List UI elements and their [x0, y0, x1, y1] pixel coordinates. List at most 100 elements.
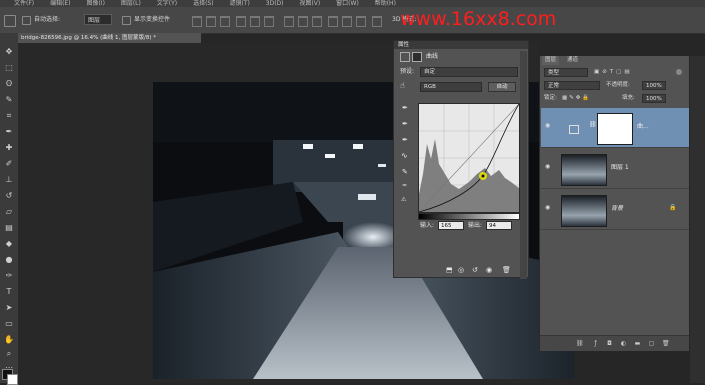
view-previous-icon[interactable]: ◎ — [458, 265, 464, 275]
auto-align-icon[interactable] — [372, 16, 382, 27]
align-left-icon[interactable] — [236, 16, 246, 27]
zoom-tool-icon[interactable]: ⌕ — [4, 349, 14, 359]
delete-adjustment-icon[interactable]: 🗑 — [502, 265, 511, 275]
new-adjustment-icon[interactable]: ◐ — [620, 340, 627, 347]
menu-select[interactable]: 选择(S) — [193, 0, 214, 7]
eye-icon[interactable]: ◉ — [545, 123, 553, 129]
auto-select-dropdown[interactable]: 图层 — [84, 14, 112, 25]
eye-icon[interactable]: ◉ — [545, 164, 553, 170]
layer-name[interactable]: 图层 1 — [611, 163, 629, 172]
mask-icon[interactable] — [412, 52, 422, 62]
auto-button[interactable]: 自动 — [488, 82, 516, 92]
align-right-icon[interactable] — [264, 16, 274, 27]
distribute-left-icon[interactable] — [328, 16, 338, 27]
align-top-icon[interactable] — [192, 16, 202, 27]
menu-layer[interactable]: 图层(L) — [121, 0, 141, 7]
menu-3d[interactable]: 3D(D) — [266, 0, 284, 7]
layer-row-background[interactable]: ◉ 背景 🔒 — [541, 190, 689, 230]
filter-icons[interactable]: ▣⊘T▢▤ — [594, 68, 633, 77]
healing-brush-tool-icon[interactable]: ✚ — [4, 143, 14, 153]
new-layer-icon[interactable]: ▢ — [648, 340, 655, 347]
layer-mask-thumbnail[interactable] — [597, 113, 633, 145]
layer-name[interactable]: 背景 — [611, 204, 623, 213]
quick-select-tool-icon[interactable]: ✎ — [4, 95, 14, 105]
menu-edit[interactable]: 编辑(E) — [50, 0, 70, 7]
panel-dock-scrollbar[interactable] — [690, 56, 705, 383]
move-tool-icon[interactable] — [4, 15, 16, 27]
align-bottom-icon[interactable] — [220, 16, 230, 27]
distribute-top-icon[interactable] — [284, 16, 294, 27]
align-vcenter-icon[interactable] — [206, 16, 216, 27]
gradient-tool-icon[interactable]: ▤ — [4, 223, 14, 233]
visibility-toggle-icon[interactable]: ◉ — [486, 265, 492, 275]
channel-dropdown[interactable]: RGB — [420, 82, 482, 92]
blend-mode-dropdown[interactable]: 正常 — [544, 81, 600, 90]
marquee-tool-icon[interactable]: ⬚ — [4, 63, 14, 73]
move-tool-icon[interactable]: ✥ — [4, 47, 14, 57]
mask-link-icon[interactable]: ⛓ — [589, 121, 597, 128]
pencil-draw-icon[interactable]: ✎ — [402, 167, 408, 177]
curve-edit-icon[interactable]: ∿ — [401, 151, 408, 161]
lock-icons[interactable]: ▦✎✥🔒 — [562, 94, 591, 103]
menu-type[interactable]: 文字(Y) — [157, 0, 177, 7]
auto-select-checkbox[interactable] — [22, 16, 31, 25]
menu-filter[interactable]: 滤镜(T) — [230, 0, 250, 7]
curves-graph[interactable] — [418, 103, 520, 213]
preset-dropdown[interactable]: 自定 — [420, 67, 518, 77]
menu-file[interactable]: 文件(F) — [14, 0, 34, 7]
link-layers-icon[interactable]: ⛓ — [576, 340, 584, 347]
path-select-tool-icon[interactable]: ➤ — [4, 303, 14, 313]
sample-black-icon[interactable]: ✒ — [402, 103, 408, 113]
layer-name[interactable]: 曲... — [637, 122, 649, 131]
target-adjust-icon[interactable]: ☝ — [400, 81, 405, 91]
filter-toggle-icon[interactable] — [676, 69, 682, 75]
distribute-hcenter-icon[interactable] — [342, 16, 352, 27]
sample-gray-icon[interactable]: ✒ — [402, 119, 408, 129]
reset-icon[interactable]: ↺ — [472, 265, 478, 275]
clip-to-layer-icon[interactable]: ⬒ — [446, 265, 453, 275]
history-brush-tool-icon[interactable]: ↺ — [4, 191, 14, 201]
output-field[interactable]: 94 — [486, 221, 512, 230]
sample-white-icon[interactable]: ✒ — [402, 135, 408, 145]
menu-view[interactable]: 视图(V) — [299, 0, 320, 7]
menu-image[interactable]: 图像(I) — [86, 0, 104, 7]
layer-style-icon[interactable]: ƒ — [592, 340, 599, 347]
show-transform-checkbox[interactable] — [122, 16, 131, 25]
dodge-tool-icon[interactable]: ● — [4, 255, 14, 265]
align-hcenter-icon[interactable] — [250, 16, 260, 27]
eye-icon[interactable]: ◉ — [545, 205, 553, 211]
crop-tool-icon[interactable]: ⌗ — [4, 111, 14, 121]
distribute-right-icon[interactable] — [356, 16, 366, 27]
input-field[interactable]: 165 — [438, 221, 464, 230]
layer-row-curves[interactable]: ◉ ⛓ 曲... — [541, 108, 689, 148]
type-tool-icon[interactable]: T — [4, 287, 14, 297]
clipping-warning-icon[interactable]: ⚠ — [401, 195, 406, 205]
opacity-input[interactable]: 100% — [642, 81, 666, 90]
shape-tool-icon[interactable]: ▭ — [4, 319, 14, 329]
delete-layer-icon[interactable]: 🗑 — [662, 340, 670, 347]
clone-stamp-tool-icon[interactable]: ⊥ — [4, 175, 14, 185]
blur-tool-icon[interactable]: ◆ — [4, 239, 14, 249]
hand-tool-icon[interactable]: ✋ — [4, 335, 14, 345]
distribute-vcenter-icon[interactable] — [298, 16, 308, 27]
menu-window[interactable]: 窗口(W) — [336, 0, 359, 7]
eyedropper-tool-icon[interactable]: ✒ — [4, 127, 14, 137]
document-tab[interactable]: bridge-826596.jpg @ 16.4% (曲线 1, 图层蒙版/8)… — [18, 33, 201, 43]
eraser-tool-icon[interactable]: ▱ — [4, 207, 14, 217]
smooth-icon[interactable]: ≈ — [402, 181, 407, 191]
adjustment-icon[interactable] — [400, 52, 410, 62]
layer-kind-filter[interactable]: 类型 — [544, 68, 588, 77]
pen-tool-icon[interactable]: ✑ — [4, 271, 14, 281]
layer-row-layer1[interactable]: ◉ 图层 1 — [541, 149, 689, 189]
tab-channels[interactable]: 通道 — [564, 56, 581, 65]
distribute-bottom-icon[interactable] — [312, 16, 322, 27]
new-group-icon[interactable]: ▬ — [634, 340, 641, 347]
background-color-swatch[interactable] — [7, 374, 18, 385]
properties-scrollbar[interactable] — [520, 51, 527, 279]
add-mask-icon[interactable]: ◘ — [606, 340, 613, 347]
lasso-tool-icon[interactable]: ʘ — [4, 79, 14, 89]
tab-layers[interactable]: 图层 — [542, 56, 560, 65]
properties-header[interactable]: 属性 — [394, 41, 528, 49]
brush-tool-icon[interactable]: ✐ — [4, 159, 14, 169]
fill-input[interactable]: 100% — [642, 94, 666, 103]
